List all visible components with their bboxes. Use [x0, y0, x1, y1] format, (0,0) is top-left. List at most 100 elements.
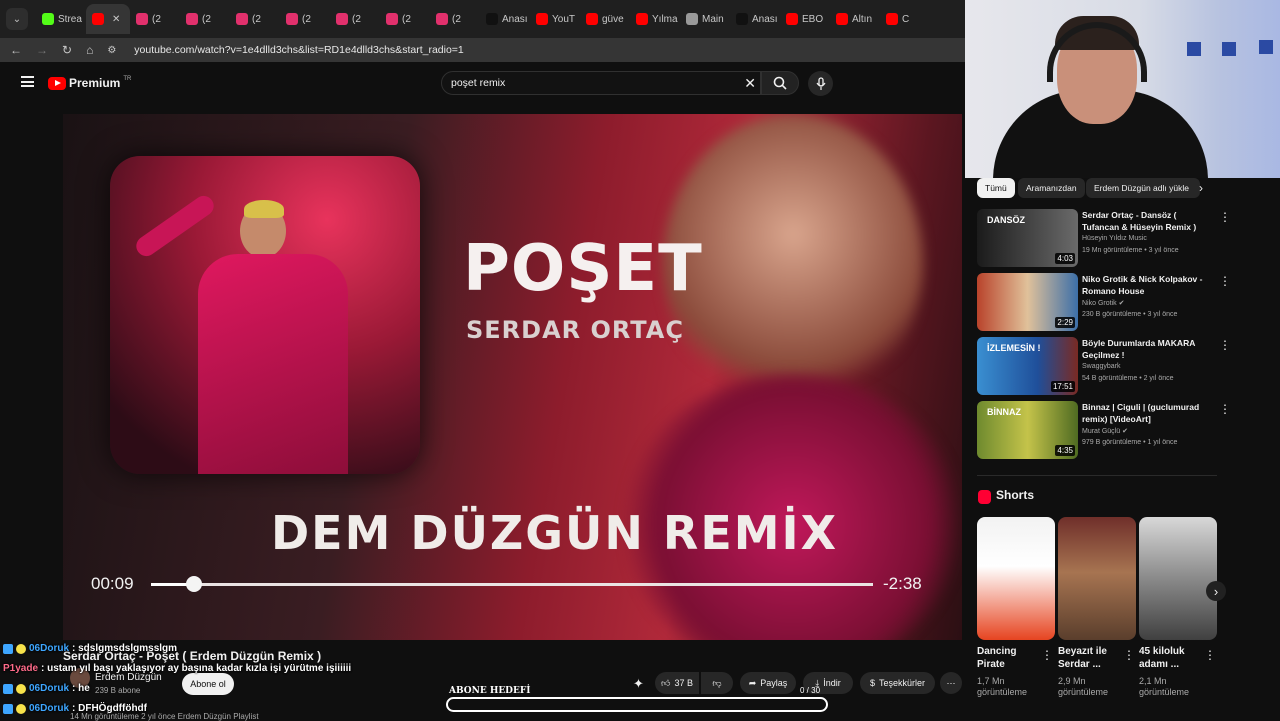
browser-tab[interactable]: Strea	[36, 4, 86, 34]
rec-channel[interactable]: Swaggybark	[1082, 363, 1121, 370]
more-vertical-icon[interactable]: ⋮	[1219, 402, 1231, 416]
mic-icon	[816, 76, 825, 90]
browser-tab[interactable]: Yılma	[630, 4, 680, 34]
rec-title[interactable]: Serdar Ortaç - Dansöz ( Tufancan & Hüsey…	[1082, 209, 1210, 233]
recommendation-item[interactable]: 2:29 Niko Grotik & Nick Kolpakov - Romano…	[977, 273, 1231, 331]
forward-icon[interactable]: →	[36, 43, 48, 57]
rec-title[interactable]: Niko Grotik & Nick Kolpakov - Romano Hou…	[1082, 273, 1210, 297]
site-info-icon[interactable]: ⚙	[107, 45, 116, 56]
recommendation-item[interactable]: İZLEMESİN ! 17:51 Böyle Durumlarda MAKARA …	[977, 337, 1231, 395]
progress-bar[interactable]	[151, 576, 873, 592]
more-vertical-icon[interactable]: ⋮	[1204, 648, 1216, 662]
like-button[interactable]: 👍︎ 37 B	[655, 672, 699, 694]
rec-title[interactable]: Böyle Durumlarda MAKARA Geçilmez !	[1082, 337, 1210, 361]
share-button[interactable]: ➦ Paylaş	[740, 672, 796, 694]
youtube-logo[interactable]: Premium TR	[48, 76, 131, 90]
browser-tab-strip: ⌄ Strea ✕ (2 (2 (2 (2 (2 (2 (2 Anası YouT güve Yılma…	[0, 0, 965, 38]
thanks-button[interactable]: $ Teşekkürler	[860, 672, 935, 694]
dislike-button[interactable]: 👎︎	[701, 672, 733, 694]
browser-tab[interactable]: Anası	[480, 4, 530, 34]
goal-progress-bar	[446, 697, 828, 712]
short-thumb[interactable]	[1139, 517, 1217, 640]
art-title: POŞET	[463, 232, 703, 306]
rec-thumbnail[interactable]: BİNNAZ 4:35	[977, 401, 1078, 459]
browser-tab[interactable]: (2	[280, 4, 330, 34]
shorts-next-button[interactable]: ›	[1206, 581, 1226, 601]
subscribe-button[interactable]: Abone ol	[182, 673, 234, 695]
brand-label: Premium	[69, 76, 121, 90]
chevron-right-icon[interactable]: ›	[1199, 181, 1203, 195]
tab-label: Anası	[502, 13, 528, 25]
search-input[interactable]: poşet remix ✕	[441, 71, 761, 95]
short-title[interactable]: Beyazıt ile Serdar ...	[1058, 645, 1120, 671]
browser-tab[interactable]: (2	[430, 4, 480, 34]
search-button[interactable]	[761, 71, 799, 95]
time-remaining: -2:38	[883, 574, 922, 593]
chat-badge-icon	[3, 703, 13, 714]
home-icon[interactable]: ⌂	[86, 43, 93, 57]
video-player[interactable]: POŞET SERDAR ORTAÇ DEM DÜZGÜN REMİX 00:0…	[63, 114, 962, 640]
rec-thumbnail[interactable]: İZLEMESİN ! 17:51	[977, 337, 1078, 395]
more-vertical-icon[interactable]: ⋮	[1123, 648, 1135, 662]
rec-title[interactable]: Binnaz | Ciguli | (guclumurad remix) [Vi…	[1082, 401, 1210, 425]
chat-text: : DFHÖgdfföhdf	[72, 703, 147, 714]
goal-count: 0 / 30	[800, 686, 821, 695]
chip-channel[interactable]: Erdem Düzgün adlı yükle	[1086, 178, 1200, 198]
more-vertical-icon[interactable]: ⋮	[1219, 338, 1231, 352]
url-field[interactable]: youtube.com/watch?v=1e4dlld3chs&list=RD1…	[134, 44, 464, 56]
browser-tab[interactable]: YouT	[530, 4, 580, 34]
rec-channel[interactable]: Murat Güçlü ✔	[1082, 427, 1128, 435]
short-thumb[interactable]	[1058, 517, 1136, 640]
recommendation-item[interactable]: BİNNAZ 4:35 Binnaz | Ciguli | (guclumurad …	[977, 401, 1231, 459]
rec-thumbnail[interactable]: 2:29	[977, 273, 1078, 331]
thanks-label: Teşekkürler	[879, 678, 926, 688]
related-sidebar: Tümü Aramanızdan Erdem Düzgün adlı yükle…	[965, 178, 1280, 720]
short-title[interactable]: Dancing Pirate	[977, 645, 1039, 671]
short-title[interactable]: 45 kiloluk adamı ...	[1139, 645, 1201, 671]
browser-tab[interactable]: Altın	[830, 4, 880, 34]
browser-tab[interactable]: (2	[230, 4, 280, 34]
browser-tab[interactable]: EBO	[780, 4, 830, 34]
browser-tab[interactable]: ✕	[86, 4, 130, 34]
more-vertical-icon[interactable]: ⋮	[1041, 648, 1053, 662]
more-vertical-icon[interactable]: ⋮	[1219, 274, 1231, 288]
back-icon[interactable]: ←	[10, 43, 22, 57]
tab-favicon-icon	[636, 13, 648, 25]
recommendation-item[interactable]: DANSÖZ 4:03 Serdar Ortaç - Dansöz ( Tufanc…	[977, 209, 1231, 267]
tab-label: Yılma	[652, 13, 678, 25]
rec-channel[interactable]: Hüseyin Yıldız Music	[1082, 235, 1147, 242]
browser-tab[interactable]: (2	[180, 4, 230, 34]
tab-search-button[interactable]: ⌄	[6, 8, 28, 30]
rec-thumb-label: DANSÖZ	[987, 215, 1025, 225]
menu-icon[interactable]	[21, 76, 34, 87]
browser-tab[interactable]: (2	[130, 4, 180, 34]
effects-icon[interactable]: ✦	[633, 676, 649, 692]
short-thumb[interactable]	[977, 517, 1055, 640]
rec-channel-name: Hüseyin Yıldız Music	[1082, 235, 1147, 242]
voice-search-button[interactable]	[808, 71, 833, 96]
browser-tab[interactable]: (2	[380, 4, 430, 34]
browser-tab[interactable]: Main	[680, 4, 730, 34]
close-tab-icon[interactable]: ✕	[112, 14, 120, 25]
clear-search-icon[interactable]: ✕	[744, 75, 756, 92]
tab-label: Altın	[852, 13, 873, 25]
browser-tab[interactable]: güve	[580, 4, 630, 34]
wall-decor	[1222, 42, 1236, 56]
tab-label: YouT	[552, 13, 575, 25]
like-count: 37 B	[674, 678, 693, 688]
chat-text: : he	[72, 683, 90, 694]
browser-tab[interactable]: Anası	[730, 4, 780, 34]
goal-label: ABONE HEDEFİ	[449, 686, 531, 696]
chip-all[interactable]: Tümü	[977, 178, 1015, 198]
browser-tab[interactable]: C	[880, 4, 930, 34]
more-actions-button[interactable]: ⋯	[940, 672, 962, 694]
rec-thumbnail[interactable]: DANSÖZ 4:03	[977, 209, 1078, 267]
more-vertical-icon[interactable]: ⋮	[1219, 210, 1231, 224]
tab-favicon-icon	[136, 13, 148, 25]
rec-channel[interactable]: Niko Grotik ✔	[1082, 299, 1124, 307]
browser-tab[interactable]: (2	[330, 4, 380, 34]
progress-knob[interactable]	[186, 576, 203, 592]
tab-favicon-icon	[436, 13, 448, 25]
reload-icon[interactable]: ↻	[62, 43, 72, 57]
chip-from-search[interactable]: Aramanızdan	[1018, 178, 1085, 198]
